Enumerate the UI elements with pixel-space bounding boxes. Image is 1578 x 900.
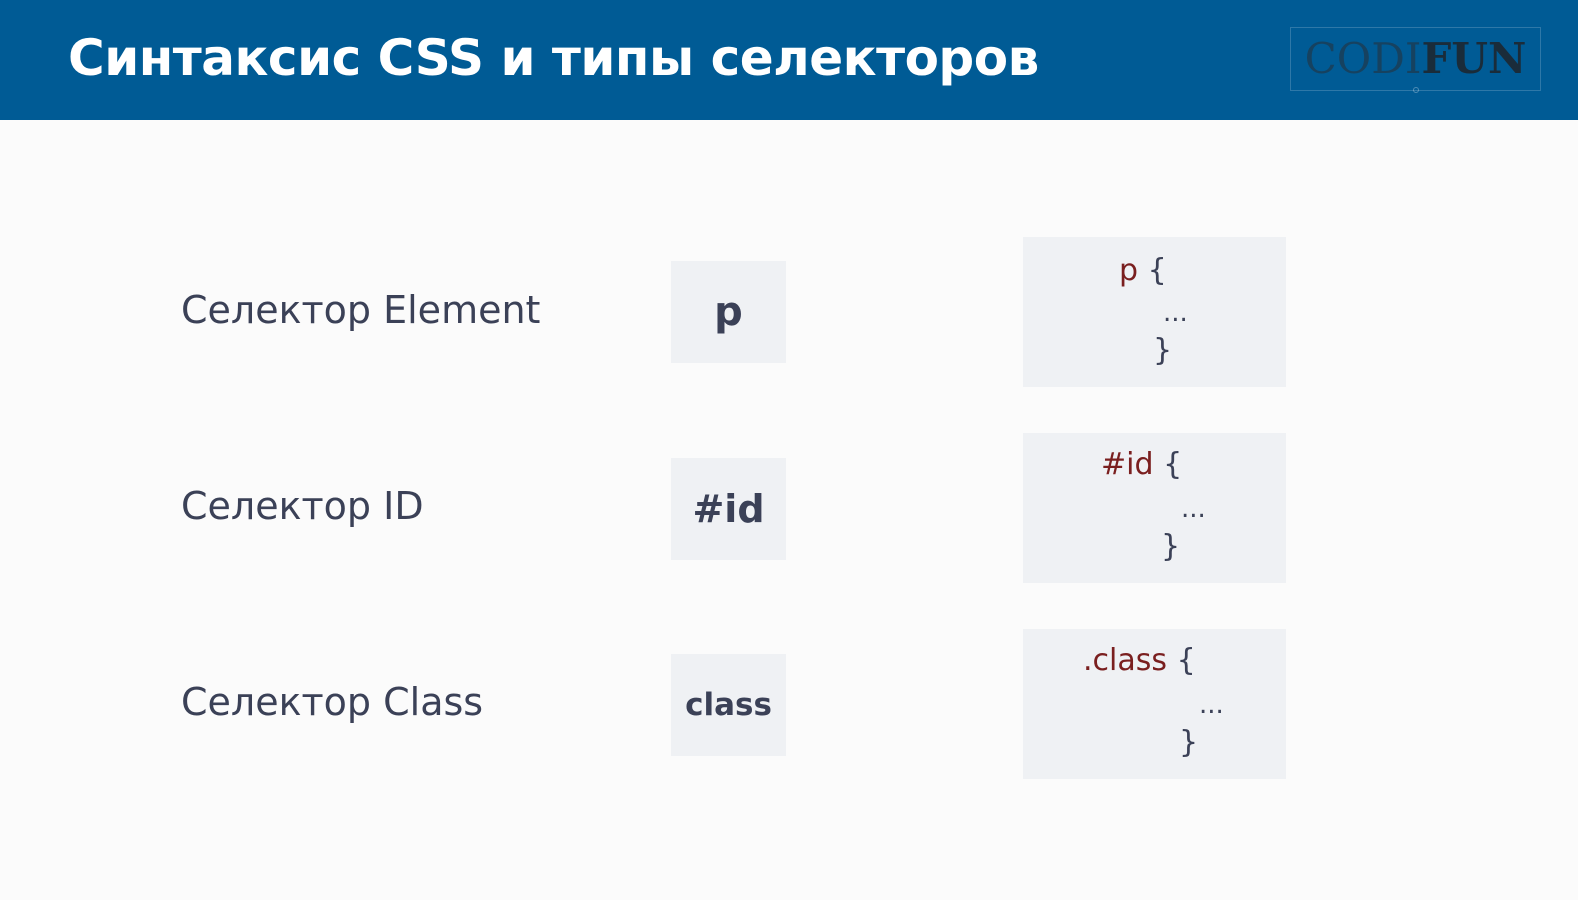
code-selector: #id <box>1101 447 1154 482</box>
row-label-element: Селектор Element <box>181 288 541 332</box>
code-body: ... <box>1181 494 1206 524</box>
code-example-element: p { ... } <box>1023 237 1286 387</box>
code-close-brace: } <box>1179 725 1199 760</box>
code-line-open: p { <box>1119 253 1167 289</box>
slide-title: Синтаксис CSS и типы селекторов <box>68 29 1039 87</box>
code-open-brace: { <box>1163 447 1183 482</box>
code-line-open: .class { <box>1083 643 1196 679</box>
code-close-brace: } <box>1153 333 1173 368</box>
code-open-brace: { <box>1147 253 1167 288</box>
code-close-brace: } <box>1161 529 1181 564</box>
logo-text-bold: FUN <box>1421 34 1527 83</box>
selector-text: p <box>714 289 743 335</box>
code-open-brace: { <box>1176 643 1196 678</box>
selector-example-class: class <box>671 654 786 756</box>
row-label-id: Селектор ID <box>181 484 424 528</box>
selector-text: class <box>685 687 772 723</box>
title-bar: Синтаксис CSS и типы селекторов CODIFUN <box>0 0 1578 120</box>
selector-example-id: #id <box>671 458 786 560</box>
code-example-id: #id { ... } <box>1023 433 1286 583</box>
codifun-logo: CODIFUN <box>1290 27 1541 93</box>
row-label-class: Селектор Class <box>181 680 484 724</box>
code-example-class: .class { ... } <box>1023 629 1286 779</box>
selector-text: #id <box>692 487 765 531</box>
logo-dot-icon <box>1413 87 1419 93</box>
code-line-open: #id { <box>1101 447 1182 483</box>
code-selector: p <box>1119 253 1139 288</box>
code-selector: .class <box>1083 643 1168 678</box>
logo-text-light: CODI <box>1304 34 1422 83</box>
code-body: ... <box>1163 298 1188 328</box>
selector-example-element: p <box>671 261 786 363</box>
code-body: ... <box>1199 690 1224 720</box>
